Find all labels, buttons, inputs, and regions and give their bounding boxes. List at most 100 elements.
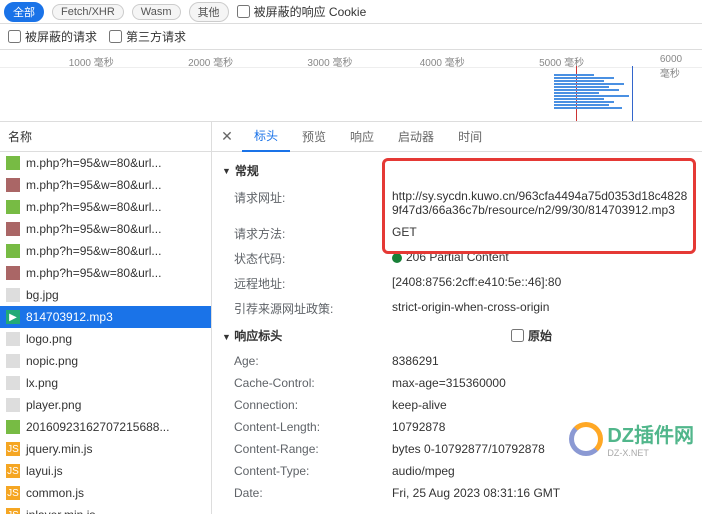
request-row[interactable]: lx.png [0,372,211,394]
generic-icon [6,376,20,390]
kv-value: 10792878 [392,420,702,434]
details-panel: ✕ 标头 预览 响应 启动器 时间 ▼ 常规 请求网址:http://sy.sy… [212,122,702,514]
kv-key: Age: [212,354,392,368]
kv-key: Date: [212,486,392,500]
request-row[interactable]: m.php?h=95&w=80&url... [0,196,211,218]
request-row[interactable]: JS jquery.min.js [0,438,211,460]
kv-key: Content-Length: [212,420,392,434]
media-icon: ▶ [6,310,20,324]
tab-headers[interactable]: 标头 [242,122,290,152]
request-name: m.php?h=95&w=80&url... [26,200,161,214]
response-headers-section[interactable]: ▼ 响应标头 原始 [212,321,702,350]
close-icon[interactable]: ✕ [212,128,242,145]
kv-value: max-age=315360000 [392,376,702,390]
kv-value: 206 Partial Content [392,250,702,267]
filter-chip[interactable]: Fetch/XHR [52,4,124,20]
kv-value: keep-alive [392,398,702,412]
blocked-requests-checkbox[interactable]: 被屏蔽的请求 [8,28,97,45]
headers-body[interactable]: ▼ 常规 请求网址:http://sy.sycdn.kuwo.cn/963cfa… [212,152,702,514]
request-name: logo.png [26,332,72,346]
timeline-tick: 1000 毫秒 [69,54,114,69]
kv-value: 8386291 [392,354,702,368]
timeline-tick: 3000 毫秒 [307,54,352,69]
status-dot-icon [392,253,402,263]
name-column-header[interactable]: 名称 [0,122,211,152]
kv-value: Fri, 25 Aug 2023 08:31:16 GMT [392,486,702,500]
request-list-panel: 名称 m.php?h=95&w=80&url...m.php?h=95&w=80… [0,122,212,514]
generic-icon [6,332,20,346]
request-row[interactable]: JS common.js [0,482,211,504]
kv-value: [2408:8756:2cff:e410:5e::46]:80 [392,275,702,292]
request-name: m.php?h=95&w=80&url... [26,222,161,236]
timeline-tick: 2000 毫秒 [188,54,233,69]
request-name: layui.js [26,464,63,478]
generic-icon [6,288,20,302]
kv-key: 引荐来源网址政策: [212,300,392,317]
request-row[interactable]: logo.png [0,328,211,350]
timeline-overview[interactable]: 1000 毫秒 2000 毫秒 3000 毫秒 4000 毫秒 5000 毫秒 … [0,50,702,122]
filter-chip[interactable]: Wasm [132,4,181,20]
kv-key: 状态代码: [212,250,392,267]
request-name: inlayer.min.js [26,508,95,514]
kv-key: Content-Range: [212,442,392,456]
kv-row: Content-Length:10792878 [212,416,702,438]
chevron-down-icon: ▼ [222,166,231,176]
request-row[interactable]: m.php?h=95&w=80&url... [0,218,211,240]
request-name: common.js [26,486,84,500]
js-icon: JS [6,442,20,456]
request-name: m.php?h=95&w=80&url... [26,178,161,192]
request-row[interactable]: ▶ 814703912.mp3 [0,306,211,328]
request-name: bg.jpg [26,288,59,302]
request-row[interactable]: 20160923162707215688... [0,416,211,438]
tab-preview[interactable]: 预览 [290,122,338,151]
request-row[interactable]: bg.jpg [0,284,211,306]
js-icon: JS [6,508,20,514]
kv-row: 引荐来源网址政策:strict-origin-when-cross-origin [212,296,702,321]
filter-checkboxes: 被屏蔽的请求 第三方请求 [0,24,702,50]
request-name: 20160923162707215688... [26,420,169,434]
third-party-checkbox[interactable]: 第三方请求 [109,28,186,45]
kv-row: Content-Type:audio/mpeg [212,460,702,482]
img-icon [6,244,20,258]
tab-initiator[interactable]: 启动器 [386,122,446,151]
tab-timing[interactable]: 时间 [446,122,494,151]
kv-value: http://sy.sycdn.kuwo.cn/963cfa4494a75d03… [392,189,702,217]
kv-row: 请求网址:http://sy.sycdn.kuwo.cn/963cfa4494a… [212,185,702,221]
raw-checkbox[interactable]: 原始 [511,327,552,344]
generic-icon [6,354,20,368]
blocked-cookie-checkbox[interactable]: 被屏蔽的响应 Cookie [237,3,367,20]
request-row[interactable]: JSlayui.js [0,460,211,482]
request-row[interactable]: m.php?h=95&w=80&url... [0,240,211,262]
kv-row: Content-Range:bytes 0-10792877/10792878 [212,438,702,460]
filter-chip[interactable]: 其他 [189,2,229,22]
generic-icon [6,398,20,412]
request-name: m.php?h=95&w=80&url... [26,156,161,170]
request-name: jquery.min.js [26,442,92,456]
request-row[interactable]: m.php?h=95&w=80&url... [0,262,211,284]
timeline-tick: 4000 毫秒 [420,54,465,69]
details-tabs: ✕ 标头 预览 响应 启动器 时间 [212,122,702,152]
request-row[interactable]: m.php?h=95&w=80&url... [0,174,211,196]
request-name: player.png [26,398,81,412]
img-icon [6,156,20,170]
request-name: m.php?h=95&w=80&url... [26,266,161,280]
request-name: lx.png [26,376,58,390]
kv-value: strict-origin-when-cross-origin [392,300,702,317]
request-row[interactable]: JS inlayer.min.js [0,504,211,514]
kv-key: 请求网址: [212,189,392,217]
chevron-down-icon: ▼ [222,332,231,342]
request-row[interactable]: m.php?h=95&w=80&url... [0,152,211,174]
request-list[interactable]: m.php?h=95&w=80&url... m.php?h=95&w=80&ur… [0,152,211,514]
general-section[interactable]: ▼ 常规 [212,156,702,185]
request-row[interactable]: nopic.png [0,350,211,372]
kv-row: 状态代码:206 Partial Content [212,246,702,271]
request-name: 814703912.mp3 [26,310,113,324]
js-icon: JS [6,486,20,500]
tab-response[interactable]: 响应 [338,122,386,151]
kv-row: 请求方法:GET [212,221,702,246]
filter-chip[interactable]: 全部 [4,2,44,22]
kv-key: Content-Type: [212,464,392,478]
request-row[interactable]: player.png [0,394,211,416]
kv-value: GET [392,225,702,242]
kv-row: 远程地址:[2408:8756:2cff:e410:5e::46]:80 [212,271,702,296]
